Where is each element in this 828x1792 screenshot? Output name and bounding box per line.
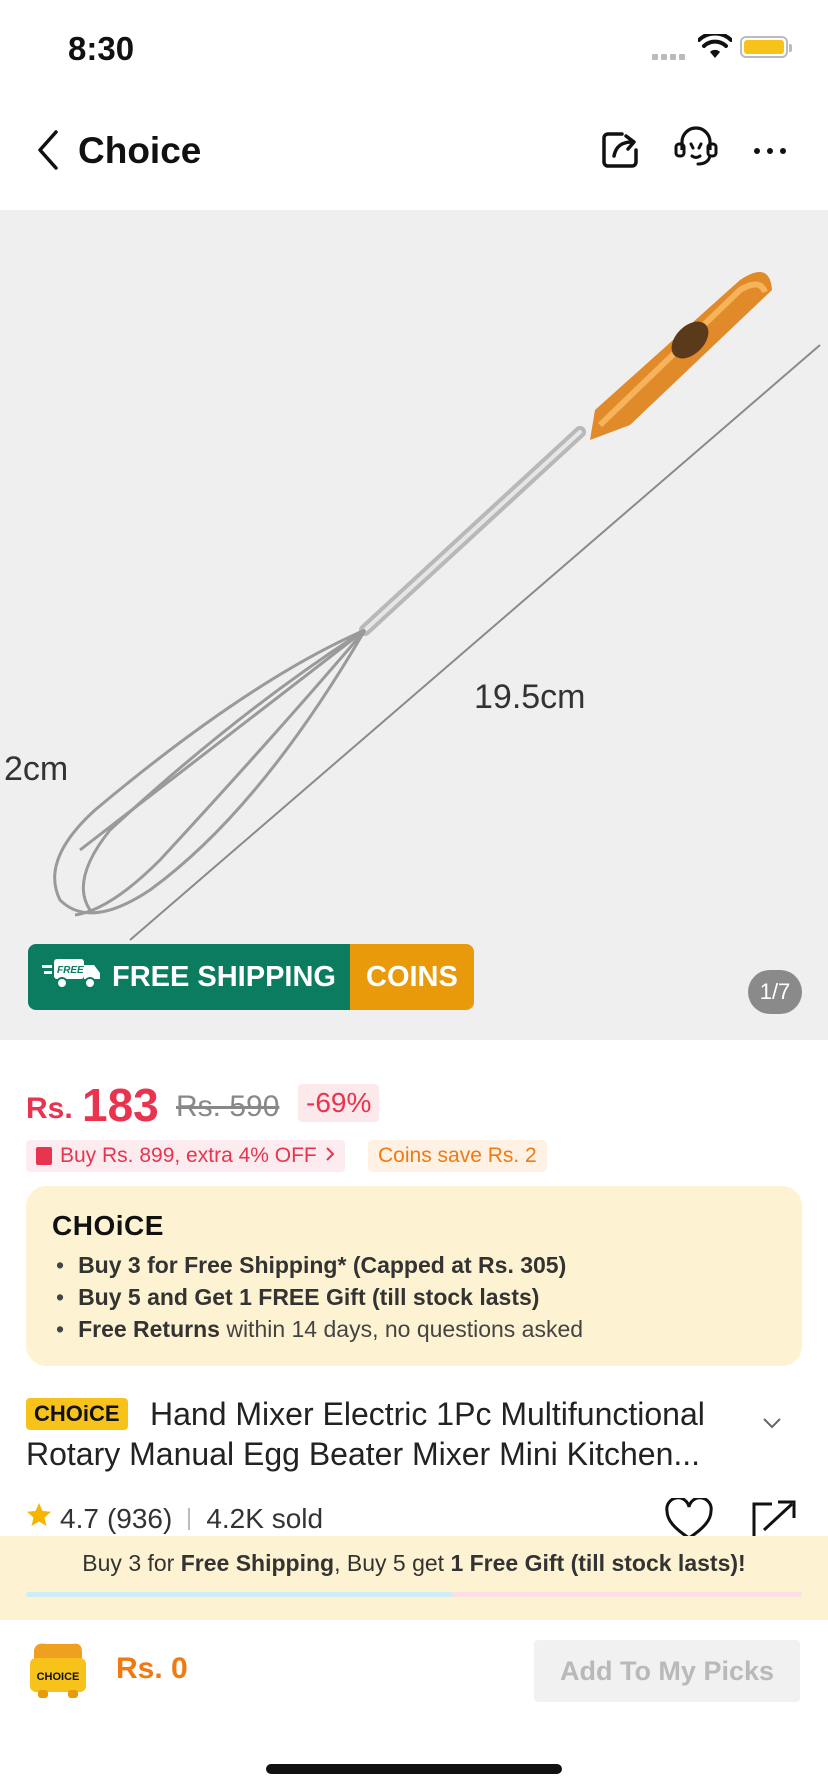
product-title[interactable]: Hand Mixer Electric 1Pc Multifunctional … [26,1394,756,1474]
sold-count: 4.2K sold [206,1502,324,1534]
promo-strip-text: Buy 3 for Free Shipping, Buy 5 get 1 Fre… [82,1550,746,1576]
discount-badge: -69% [298,1084,380,1122]
choice-badge: CHOiCE [26,1398,128,1430]
back-icon[interactable] [36,128,60,177]
divider [188,1507,191,1530]
svg-text:CHOICE: CHOICE [37,1671,80,1683]
battery-icon [740,36,792,58]
choice-cart-icon[interactable]: CHOICE [26,1640,90,1705]
choice-benefit-text: within 14 days, no questions asked [219,1316,584,1342]
choice-benefit-text: Buy 5 and Get 1 FREE Gift (till stock la… [78,1284,540,1310]
choice-benefit-item: • Buy 3 for Free Shipping* (Capped at Rs.… [56,1252,567,1278]
product-image[interactable]: 19.5cm 2cm [0,210,828,1040]
original-price: Rs. 590 [176,1090,280,1123]
promo-progress-bar [26,1592,802,1597]
status-time: 8:30 [68,30,135,67]
coins-save-tag: Coins save Rs. 2 [368,1140,547,1172]
free-shipping-coins-banner: FREE FREE SHIPPING COINS [28,944,474,1010]
buy-more-promo-text: Buy Rs. 899, extra 4% OFF [60,1144,317,1167]
truck-icon: FREE [42,953,104,1001]
star-icon [26,1502,52,1535]
buy-more-promo-tag[interactable]: Buy Rs. 899, extra 4% OFF [26,1140,345,1172]
choice-benefit-text: Buy 3 for Free Shipping* (Capped at Rs. … [78,1252,567,1278]
wifi-icon [697,31,733,65]
home-indicator [266,1764,562,1774]
choice-benefit-item: • Buy 5 and Get 1 FREE Gift (till stock l… [56,1284,540,1310]
whisk-illustration [53,272,821,941]
choice-logo: CHOiCE [52,1210,164,1241]
chevron-down-icon[interactable] [762,1416,782,1434]
dimension-label-long: 19.5cm [474,678,586,716]
choice-benefit-item: • Free Returns within 14 days, no questio… [56,1316,584,1342]
chevron-right-icon [325,1144,335,1168]
customer-service-icon[interactable] [672,126,720,175]
choice-promo-strip[interactable]: Buy 3 for Free Shipping, Buy 5 get 1 Fre… [0,1536,828,1620]
image-counter: 1/7 [748,970,802,1014]
more-icon[interactable] [754,148,786,154]
coins-label: COINS [350,944,474,1010]
rating-row[interactable]: 4.7 (936) 4.2K sold [26,1502,323,1535]
choice-benefits-card[interactable]: CHOiCE • Buy 3 for Free Shipping* (Capped… [26,1186,802,1366]
free-shipping-text: FREE SHIPPING [112,960,336,993]
rating-value: 4.7 [60,1502,99,1534]
dimension-label-short: 2cm [4,750,69,788]
choice-benefit-bold: Free Returns [78,1316,220,1342]
price-value: 183 [82,1079,159,1131]
svg-text:FREE: FREE [57,965,84,976]
share-icon[interactable] [598,128,642,177]
page-title: Choice [78,130,202,171]
signal-icon [652,54,685,60]
price-currency: Rs. [26,1092,73,1125]
free-shipping-label: FREE FREE SHIPPING [28,944,350,1010]
picks-amount: Rs. 0 [116,1652,188,1685]
coupon-icon [36,1147,52,1165]
review-count: (936) [106,1502,173,1534]
add-to-my-picks-button[interactable]: Add To My Picks [534,1640,800,1702]
